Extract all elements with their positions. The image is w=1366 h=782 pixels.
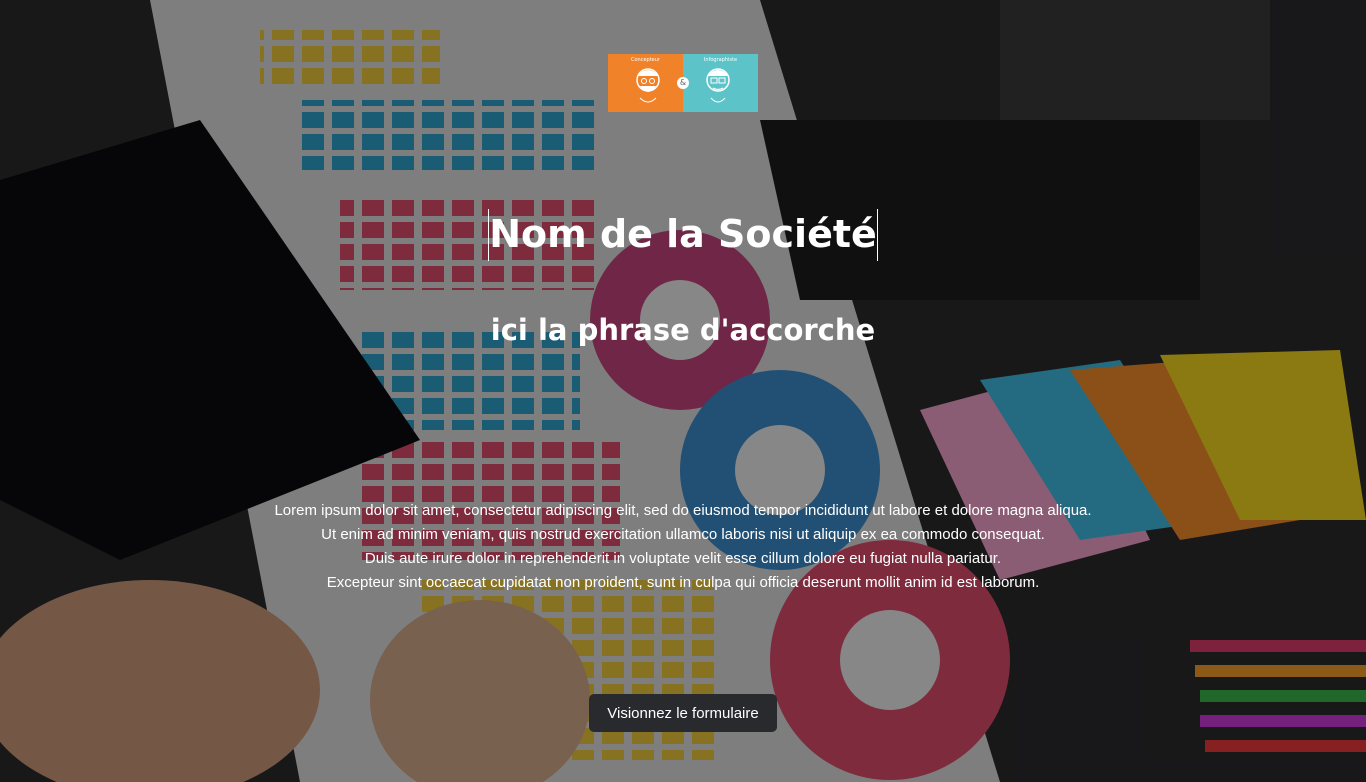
- background-image: [0, 0, 1366, 782]
- hero-description: Lorem ipsum dolor sit amet, consectetur …: [0, 499, 1366, 595]
- description-line: Lorem ipsum dolor sit amet, consectetur …: [274, 502, 1092, 519]
- description-line: Duis aute irure dolor in reprehenderit i…: [364, 550, 1002, 567]
- logo-right-panel: Infographiste: [683, 54, 758, 112]
- company-logo: Concepteur Infographiste &: [608, 54, 758, 112]
- logo-ampersand: &: [677, 77, 689, 89]
- hero-tagline: ici la phrase d'accorche: [490, 313, 876, 347]
- view-form-button[interactable]: Visionnez le formulaire: [589, 694, 777, 732]
- logo-left-panel: Concepteur: [608, 54, 683, 112]
- description-line: Excepteur sint occaecat cupidatat non pr…: [326, 574, 1040, 591]
- description-line: Ut enim ad minim veniam, quis nostrud ex…: [321, 526, 1045, 543]
- company-name-title: Nom de la Société: [488, 209, 878, 261]
- bearded-man-icon: [636, 68, 660, 103]
- glasses-man-icon: [706, 68, 730, 103]
- hero-title-wrapper: Nom de la Société: [0, 209, 1366, 261]
